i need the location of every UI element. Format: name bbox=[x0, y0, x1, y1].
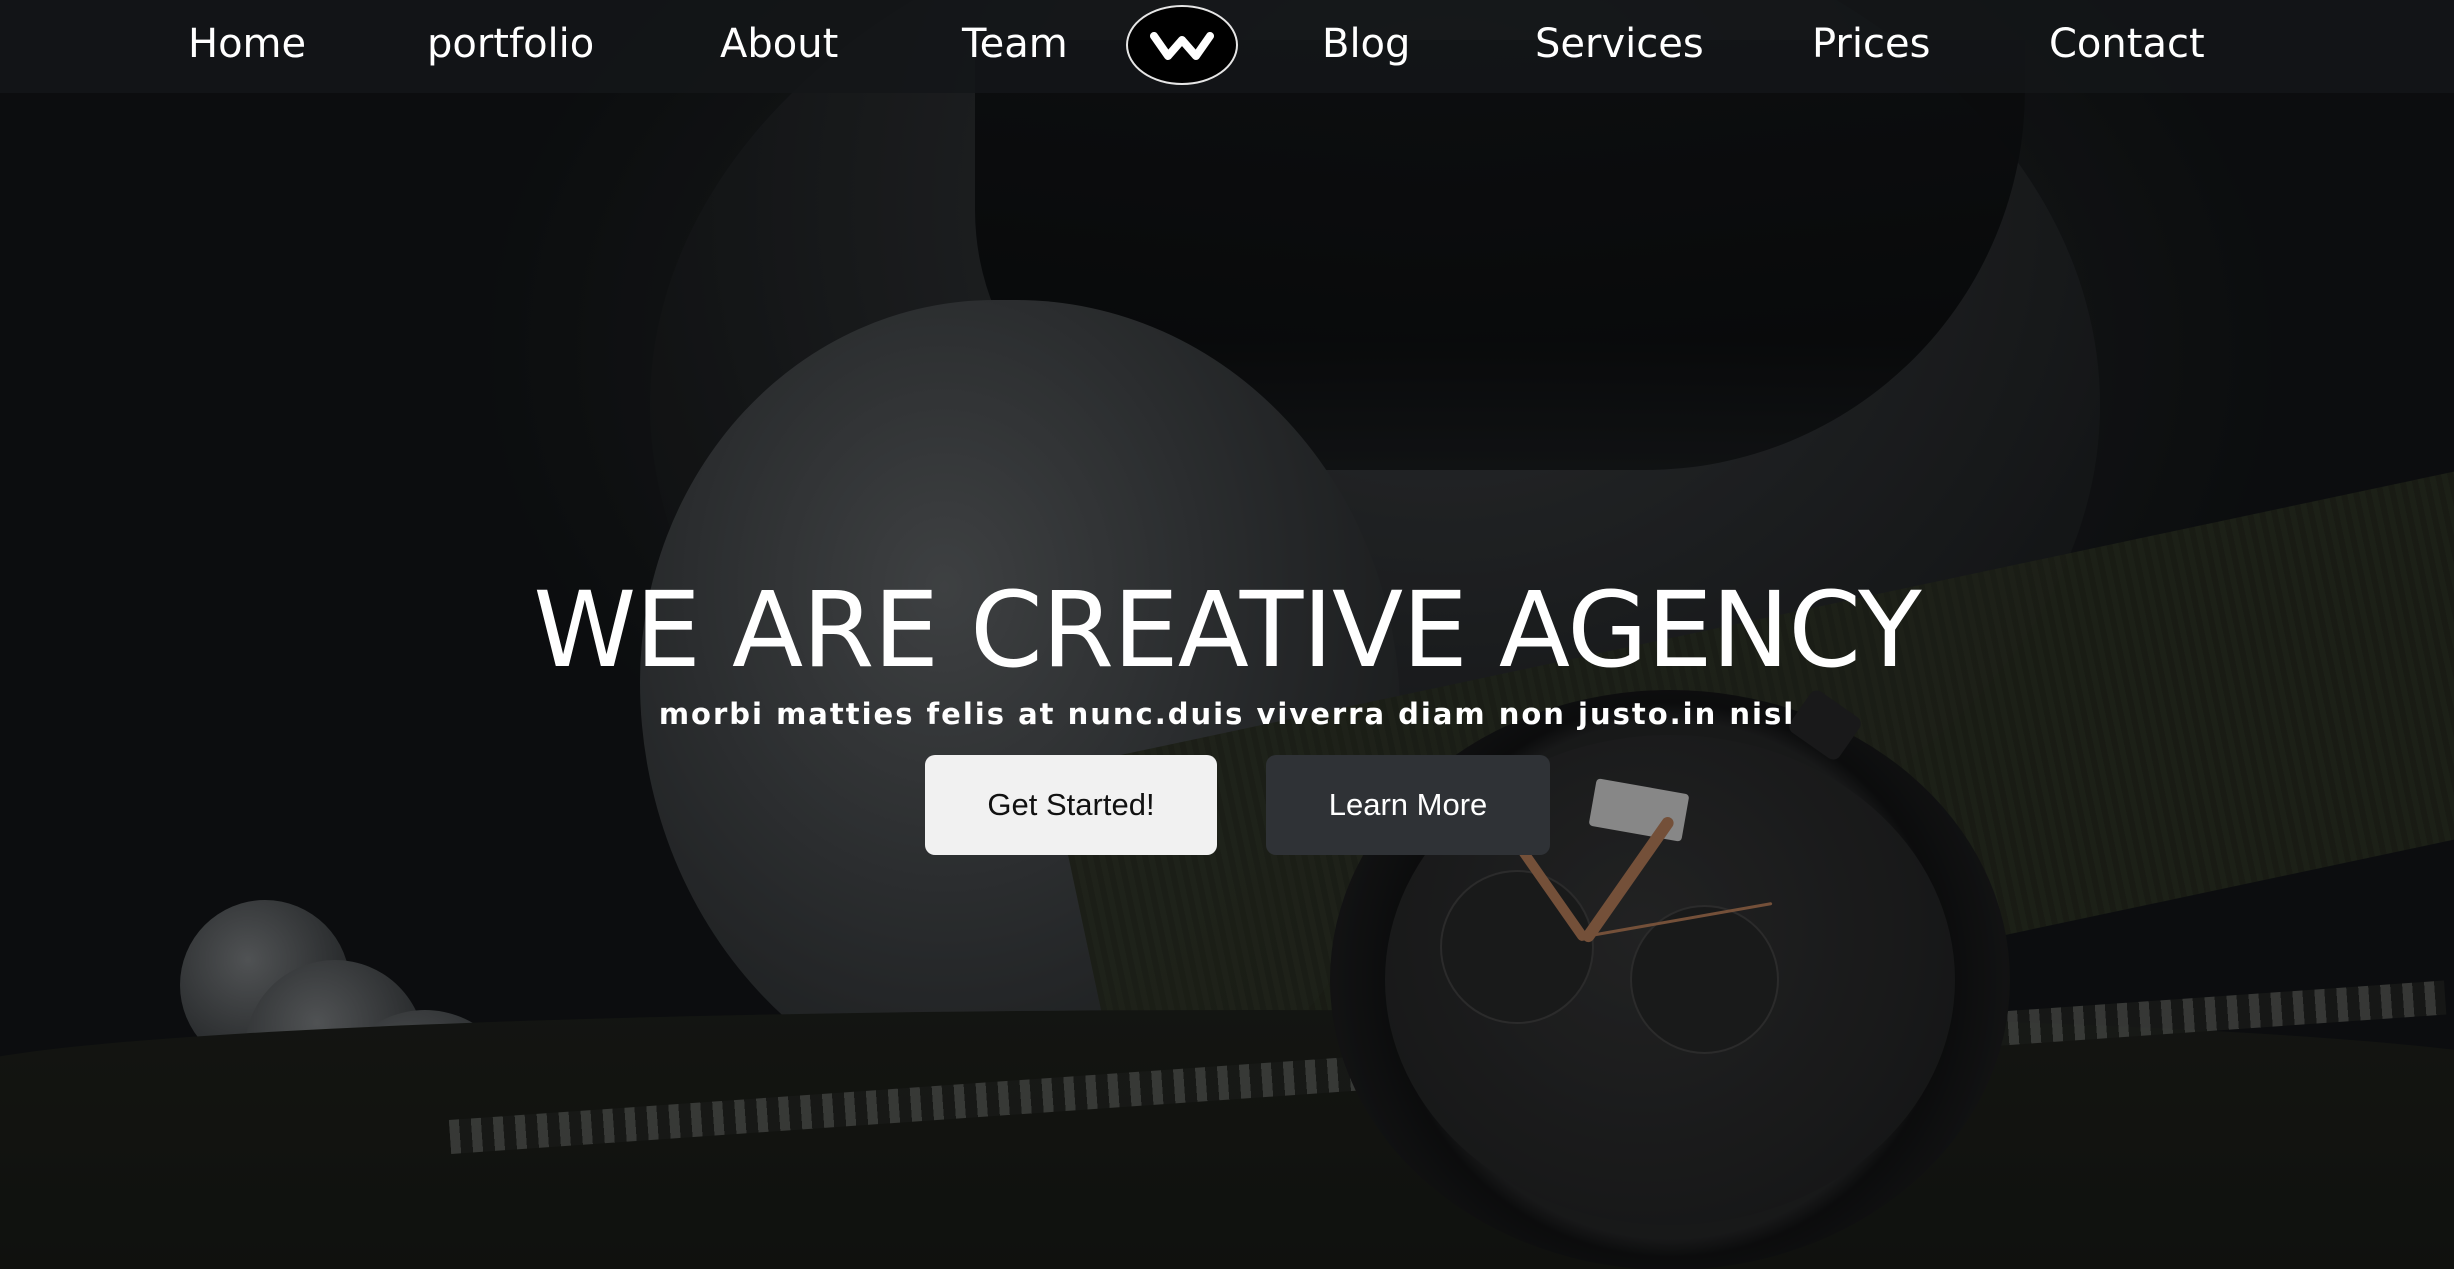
learn-more-button[interactable]: Learn More bbox=[1266, 755, 1550, 855]
hero-headline: WE ARE CREATIVE AGENCY bbox=[533, 569, 1921, 691]
nav-portfolio-link[interactable]: portfolio bbox=[427, 14, 594, 74]
get-started-button[interactable]: Get Started! bbox=[925, 755, 1217, 855]
nav-prices-link[interactable]: Prices bbox=[1812, 14, 1930, 74]
nav-services-link[interactable]: Services bbox=[1535, 14, 1704, 74]
brand-logo-button[interactable] bbox=[1126, 5, 1238, 85]
nav-about-link[interactable]: About bbox=[720, 14, 838, 74]
nav-team-link[interactable]: Team bbox=[962, 14, 1068, 74]
w-logo-icon bbox=[1150, 32, 1214, 60]
hero-subheadline: morbi matties felis at nunc.duis viverra… bbox=[658, 697, 1796, 731]
nav-contact-link[interactable]: Contact bbox=[2049, 14, 2205, 74]
top-navigation-bar: Home portfolio About Team Blog Services … bbox=[0, 0, 2454, 93]
nav-blog-link[interactable]: Blog bbox=[1322, 14, 1410, 74]
nav-home-link[interactable]: Home bbox=[188, 14, 306, 74]
